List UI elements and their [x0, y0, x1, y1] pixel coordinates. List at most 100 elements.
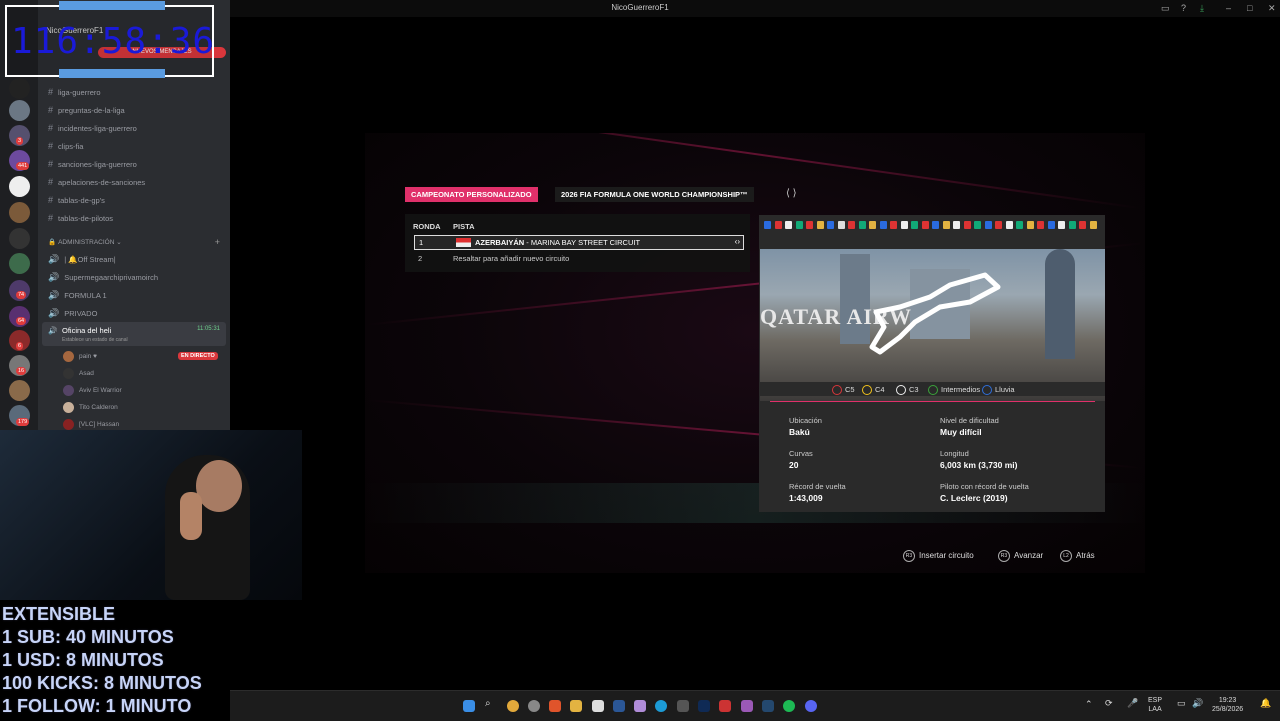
- steam-icon[interactable]: [528, 700, 540, 712]
- hash-icon: #: [48, 87, 54, 97]
- language-indicator[interactable]: ESP LAA: [1148, 696, 1162, 714]
- voice-user[interactable]: [VLC] Hassan: [63, 419, 119, 430]
- copilot-icon[interactable]: [634, 700, 646, 712]
- store-icon[interactable]: [592, 700, 604, 712]
- add-circuit-row[interactable]: Resaltar para añadir nuevo circuito: [453, 254, 569, 263]
- timer-value: 116:58:36: [11, 21, 216, 62]
- channel-item[interactable]: # liga-guerrero: [48, 87, 101, 97]
- flag-icon: [1005, 221, 1013, 229]
- chrome-icon[interactable]: [507, 700, 519, 712]
- app-icon[interactable]: [741, 700, 753, 712]
- channel-item[interactable]: # apelaciones-de-sanciones: [48, 177, 145, 187]
- hint-insert[interactable]: R3 Insertar circuito: [903, 550, 974, 562]
- channel-item[interactable]: # sanciones-liga-guerrero: [48, 159, 137, 169]
- speaker-icon: 🔊: [48, 272, 60, 282]
- hint-advance[interactable]: R3 Avanzar: [998, 550, 1043, 562]
- flag-icon: [984, 221, 992, 229]
- download-icon[interactable]: ⤓: [1200, 3, 1204, 14]
- server-icon[interactable]: [9, 228, 30, 249]
- arrows-icon[interactable]: ‹›: [735, 237, 740, 246]
- flag-icon: [921, 221, 929, 229]
- channel-status[interactable]: Establece un estado de canal: [62, 337, 128, 343]
- voice-channel[interactable]: 🔊 Supermegaarchiprivamoirch: [48, 272, 158, 283]
- controller-button-icon: L2: [1060, 550, 1072, 562]
- channel-item[interactable]: # clips-fia: [48, 141, 83, 151]
- flag-icon: [795, 221, 803, 229]
- voice-user[interactable]: Asad: [63, 368, 94, 379]
- network-icon[interactable]: ▭: [1177, 698, 1186, 709]
- voice-user[interactable]: Tito Calderon: [63, 402, 118, 413]
- server-icon[interactable]: [9, 253, 30, 274]
- timer-bar-top: [59, 1, 165, 10]
- app-icon[interactable]: [677, 700, 689, 712]
- brave-icon[interactable]: [549, 700, 561, 712]
- sync-icon[interactable]: ⟳: [1105, 698, 1113, 709]
- tab-custom-championship[interactable]: CAMPEONATO PERSONALIZADO: [405, 187, 538, 202]
- server-icon[interactable]: [9, 380, 30, 401]
- hash-icon: #: [48, 177, 54, 187]
- minimize-tray-icon[interactable]: ▭: [1161, 3, 1170, 14]
- tyre-compound: C5: [832, 385, 855, 396]
- channel-item[interactable]: # tablas-de-gp's: [48, 195, 105, 205]
- clock[interactable]: 19:23 25/8/2026: [1212, 696, 1243, 714]
- flag-icon: [900, 221, 908, 229]
- server-icon[interactable]: [9, 100, 30, 121]
- photoshop-icon[interactable]: [698, 700, 710, 712]
- active-voice-channel[interactable]: 🔊 Oficina del heli 11:05:31 Establece un…: [42, 322, 226, 346]
- tyre-icon: [832, 385, 842, 396]
- track-image: QATAR AIRW: [760, 249, 1105, 401]
- channel-item[interactable]: # preguntas-de-la-liga: [48, 105, 125, 115]
- bumper-icons: ⟨ ⟩: [786, 188, 797, 199]
- flag-icon: [890, 221, 897, 229]
- server-icon[interactable]: [9, 176, 30, 197]
- start-icon[interactable]: [463, 700, 475, 712]
- tyre-icon: [896, 385, 906, 396]
- server-icon[interactable]: [9, 202, 30, 223]
- flag-icon: [806, 221, 813, 229]
- flag-icon: [1047, 221, 1055, 229]
- server-badge: 3: [16, 137, 24, 145]
- flag-icon: [911, 221, 918, 229]
- volume-icon[interactable]: 🔊: [1192, 698, 1203, 709]
- folder-icon[interactable]: [570, 700, 582, 712]
- help-icon[interactable]: ?: [1181, 3, 1186, 13]
- flag-icon: [1016, 221, 1023, 229]
- category-header[interactable]: 🔒 ADMINISTRACIÓN ⌄: [48, 238, 122, 246]
- streamer-hands: [180, 492, 202, 540]
- minimize-icon[interactable]: –: [1226, 3, 1231, 13]
- streamer-head: [196, 460, 242, 512]
- tray-chevron-icon[interactable]: ⌃: [1085, 699, 1093, 710]
- steam-app-icon[interactable]: [762, 700, 774, 712]
- server-badge: 179: [16, 418, 30, 426]
- f1-icon[interactable]: [719, 700, 731, 712]
- difficulty-value: Muy difícil: [940, 427, 982, 437]
- word-icon[interactable]: [613, 700, 625, 712]
- voice-channel[interactable]: 🔊 | 🔔Off Stream|: [48, 254, 116, 265]
- flag-icon: [995, 221, 1002, 229]
- search-icon[interactable]: ⌕: [485, 698, 497, 710]
- calendar-row[interactable]: 1 AZERBAIYÁN - MARINA BAY STREET CIRCUIT…: [414, 235, 744, 250]
- spotify-icon[interactable]: [783, 700, 795, 712]
- hint-back[interactable]: L2 Atrás: [1060, 550, 1095, 562]
- server-icon[interactable]: [9, 78, 30, 99]
- flag-icon: [837, 221, 845, 229]
- add-channel-icon[interactable]: +: [215, 237, 220, 247]
- close-icon[interactable]: ✕: [1268, 3, 1276, 14]
- length-value: 6,003 km (3,730 mi): [940, 460, 1018, 470]
- mic-icon[interactable]: 🎤: [1127, 698, 1138, 709]
- track-map: [869, 272, 1001, 355]
- channel-item[interactable]: # tablas-de-pilotos: [48, 213, 113, 223]
- voice-channel[interactable]: 🔊 FORMULA 1: [48, 290, 107, 301]
- voice-user[interactable]: Aviv El Warrior: [63, 385, 122, 396]
- voice-user[interactable]: pain ♥: [63, 351, 97, 362]
- turns-label: Curvas: [789, 449, 813, 458]
- channel-item[interactable]: # incidentes-liga-guerrero: [48, 123, 137, 133]
- notification-icon[interactable]: 🔔: [1260, 698, 1271, 709]
- server-badge: 6: [16, 342, 24, 350]
- discord-icon[interactable]: [805, 700, 817, 712]
- edge-icon[interactable]: [655, 700, 667, 712]
- voice-channel[interactable]: 🔊 PRIVADO: [48, 308, 97, 319]
- avatar: [63, 419, 74, 430]
- flag-icon: [1079, 221, 1086, 229]
- maximize-icon[interactable]: □: [1247, 3, 1252, 13]
